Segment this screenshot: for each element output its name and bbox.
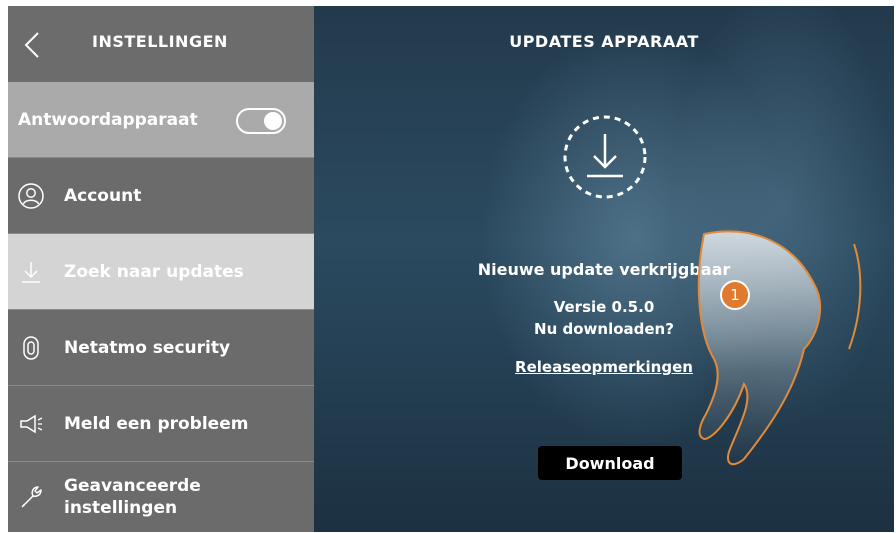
megaphone-icon	[20, 414, 43, 433]
sidebar-item-answering-machine[interactable]: Antwoordapparaat	[8, 82, 314, 158]
sidebar-item-updates[interactable]: Zoek naar updates	[8, 233, 314, 309]
page-title: UPDATES APPARAAT	[509, 32, 699, 51]
sidebar-item-advanced-settings[interactable]: Geavanceerde instellingen	[8, 461, 314, 532]
step-badge: 1	[720, 280, 750, 310]
sidebar-item-label: Geavanceerde instellingen	[64, 476, 201, 518]
sidebar-title: INSTELLINGEN	[92, 32, 228, 51]
answering-machine-toggle[interactable]	[236, 108, 286, 134]
sidebar-header: INSTELLINGEN	[8, 6, 314, 82]
pointing-hand-illustration	[697, 230, 862, 466]
back-arrow-icon[interactable]	[22, 30, 42, 60]
user-icon	[18, 182, 44, 209]
sidebar-item-label: Meld een probleem	[64, 413, 249, 434]
sidebar-item-account[interactable]: Account	[8, 157, 314, 233]
download-icon	[563, 115, 647, 199]
toggle-knob	[264, 112, 282, 130]
device-screen: INSTELLINGEN Antwoordapparaat Account Zo…	[8, 6, 894, 532]
updates-panel: UPDATES APPARAAT Nieuwe update verkrijgb…	[314, 6, 894, 532]
netatmo-icon	[23, 335, 39, 360]
sidebar-item-report-problem[interactable]: Meld een probleem	[8, 385, 314, 461]
sidebar-item-label: Antwoordapparaat	[18, 110, 198, 130]
wrench-icon	[21, 486, 42, 508]
download-arrow-icon	[22, 261, 40, 283]
settings-sidebar: INSTELLINGEN Antwoordapparaat Account Zo…	[8, 6, 314, 532]
sidebar-item-netatmo[interactable]: Netatmo security	[8, 309, 314, 385]
